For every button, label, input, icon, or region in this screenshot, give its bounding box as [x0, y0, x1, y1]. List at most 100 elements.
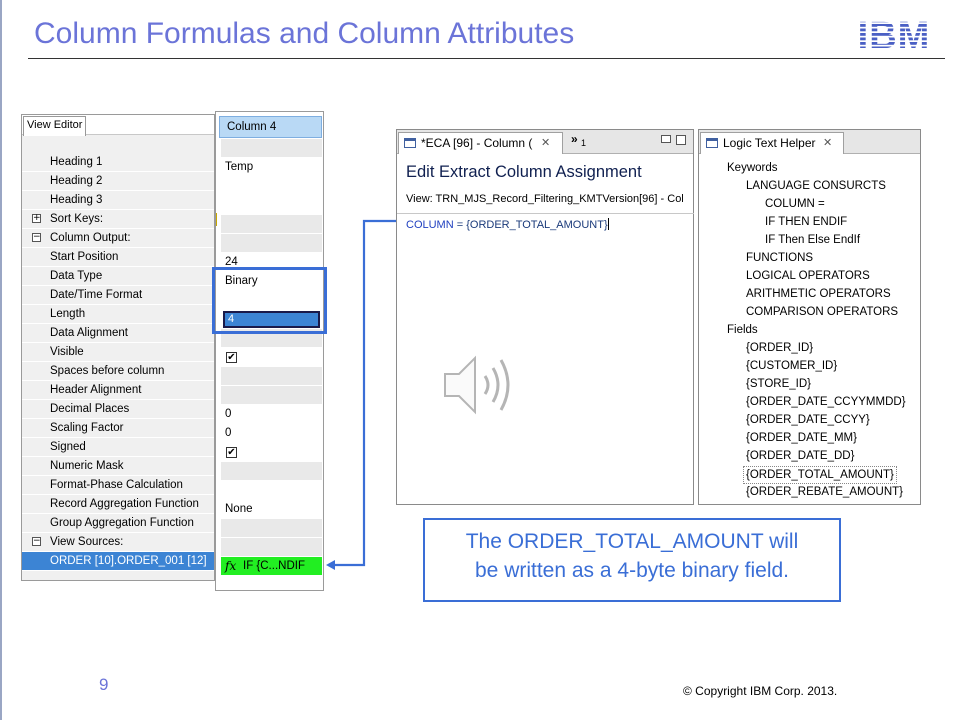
view-editor-row-label: Decimal Places: [50, 403, 130, 415]
helper-tree-item[interactable]: LOGICAL OPERATORS: [746, 268, 870, 286]
collapse-icon[interactable]: −: [32, 537, 41, 546]
helper-tree-item[interactable]: IF THEN ENDIF: [765, 214, 847, 232]
code-keyword: COLUMN: [406, 219, 454, 231]
view-editor-row[interactable]: Record Aggregation Function: [22, 495, 214, 514]
helper-tree-item[interactable]: FUNCTIONS: [746, 250, 813, 268]
helper-tree-item[interactable]: ARITHMETIC OPERATORS: [746, 286, 891, 304]
helper-tree-item[interactable]: IF Then Else EndIf: [765, 232, 860, 250]
helper-tree-item[interactable]: LANGUAGE CONSURCTS: [746, 178, 886, 196]
view-editor-row[interactable]: + Sort Keys:: [22, 210, 214, 229]
view-editor-row[interactable]: Heading 2: [22, 172, 214, 191]
logic-text-helper-window: Logic Text Helper ✕ Keywords LANGUAGE CON…: [698, 129, 921, 505]
column-panel: Column 4 Temp 24 Binary 4 ✔ 0 0 ✔ None f…: [215, 111, 324, 591]
helper-tree-item[interactable]: {ORDER_DATE_MM}: [746, 430, 857, 448]
cell-decimal-places-value: 0: [225, 408, 232, 420]
view-editor-row[interactable]: Spaces before column: [22, 362, 214, 381]
more-tabs-icon[interactable]: »: [571, 132, 578, 146]
view-editor-row[interactable]: Start Position: [22, 248, 214, 267]
tab-eca-editor[interactable]: *ECA [96] - Column ( ✕: [398, 132, 563, 154]
cell-decimal-places[interactable]: 0: [221, 405, 322, 424]
view-editor-row-label: ORDER [10].ORDER_001 [12]: [50, 555, 207, 567]
view-editor-row[interactable]: Header Alignment: [22, 381, 214, 400]
cell-numeric-mask[interactable]: [221, 462, 322, 481]
signed-checkbox-icon[interactable]: ✔: [226, 447, 237, 458]
view-editor-row-label: Scaling Factor: [50, 422, 124, 434]
highlight-box: [212, 267, 327, 334]
view-editor-row-label: Heading 1: [50, 156, 103, 168]
helper-tree-item[interactable]: {STORE_ID}: [746, 376, 811, 394]
view-editor-row[interactable]: Scaling Factor: [22, 419, 214, 438]
eca-editor-tabbar: *ECA [96] - Column ( ✕ » 1: [397, 130, 693, 154]
ibm-logo: IBM: [852, 15, 936, 51]
minimize-button[interactable]: [661, 135, 671, 143]
column-header[interactable]: Column 4: [219, 116, 322, 138]
expand-icon[interactable]: +: [32, 214, 41, 223]
view-editor-row-label: Date/Time Format: [50, 289, 143, 301]
view-editor-row[interactable]: Date/Time Format: [22, 286, 214, 305]
helper-tree-item[interactable]: {CUSTOMER_ID}: [746, 358, 837, 376]
tab-logic-text-helper[interactable]: Logic Text Helper ✕: [700, 132, 844, 154]
view-editor-rows: Heading 1 Heading 2 Heading 3 + Sort Keys: − C…: [22, 153, 214, 571]
cell-header-alignment[interactable]: [221, 386, 322, 405]
helper-tree-item[interactable]: {ORDER_DATE_CCYY}: [746, 412, 870, 430]
view-editor-row-label: View Sources:: [50, 536, 124, 548]
helper-tree-item[interactable]: {ORDER_REBATE_AMOUNT}: [746, 484, 903, 502]
helper-tree-item[interactable]: Fields: [727, 322, 758, 340]
view-editor-row-label: Record Aggregation Function: [50, 498, 199, 510]
copyright: © Copyright IBM Corp. 2013.: [683, 684, 838, 698]
speaker-icon[interactable]: [441, 354, 519, 416]
view-editor-row[interactable]: Data Type: [22, 267, 214, 286]
view-editor-row[interactable]: − Column Output:: [22, 229, 214, 248]
view-editor-row[interactable]: Heading 3: [22, 191, 214, 210]
cell-signed[interactable]: ✔: [221, 443, 322, 462]
collapse-icon[interactable]: −: [32, 233, 41, 242]
cell-format-phase[interactable]: [221, 481, 322, 500]
slide-title: Column Formulas and Column Attributes: [34, 17, 575, 50]
cell-record-aggregation[interactable]: None: [221, 500, 322, 519]
view-editor-row[interactable]: Length: [22, 305, 214, 324]
view-editor-row[interactable]: Decimal Places: [22, 400, 214, 419]
helper-tree-item[interactable]: {ORDER_DATE_CCYYMMDD}: [746, 394, 906, 412]
view-editor-row-label: Format-Phase Calculation: [50, 479, 183, 491]
helper-tree-item[interactable]: {ORDER_ID}: [746, 340, 813, 358]
view-editor-row[interactable]: Signed: [22, 438, 214, 457]
cell-spaces-before[interactable]: [221, 367, 322, 386]
cell-group-aggregation[interactable]: [221, 519, 322, 538]
view-editor-row-label: Numeric Mask: [50, 460, 124, 472]
helper-item-selected[interactable]: {ORDER_TOTAL_AMOUNT}: [743, 466, 897, 484]
eca-heading: Edit Extract Column Assignment: [406, 163, 642, 181]
view-editor-row[interactable]: Group Aggregation Function: [22, 514, 214, 533]
view-editor-row[interactable]: Heading 1: [22, 153, 214, 172]
eca-view-line: View: TRN_MJS_Record_Filtering_KMTVersio…: [406, 193, 684, 205]
visible-checkbox-icon[interactable]: ✔: [226, 352, 237, 363]
cell-heading2[interactable]: [221, 177, 322, 196]
cell-scaling-factor[interactable]: 0: [221, 424, 322, 443]
view-editor-row[interactable]: Data Alignment: [22, 324, 214, 343]
cell-heading1[interactable]: Temp: [221, 158, 322, 177]
close-icon[interactable]: ✕: [823, 136, 832, 149]
helper-tree-item[interactable]: COMPARISON OPERATORS: [746, 304, 898, 322]
column-marker-line: [216, 213, 217, 226]
helper-tree-item[interactable]: {ORDER_DATE_DD}: [746, 448, 854, 466]
logic-text-editor[interactable]: COLUMN = {ORDER_TOTAL_AMOUNT}: [406, 218, 609, 231]
view-editor-row[interactable]: Format-Phase Calculation: [22, 476, 214, 495]
view-editor-row[interactable]: Visible: [22, 343, 214, 362]
cell-visible[interactable]: ✔: [221, 348, 322, 367]
helper-tree-item[interactable]: COLUMN =: [765, 196, 825, 214]
eca-editor-body: Edit Extract Column Assignment View: TRN…: [397, 154, 694, 505]
cell-record-aggregation-value: None: [225, 503, 253, 515]
helper-tree-item[interactable]: Keywords: [727, 160, 778, 178]
close-icon[interactable]: ✕: [541, 136, 550, 149]
cell-view-source-formula[interactable]: fx IF {C...NDIF: [221, 557, 322, 576]
view-editor-panel: View Editor Heading 1 Heading 2 Heading 3 +…: [21, 114, 215, 581]
callout-line1: The ORDER_TOTAL_AMOUNT will: [465, 530, 799, 553]
view-editor-row[interactable]: − View Sources:: [22, 533, 214, 552]
view-editor-row[interactable]: Numeric Mask: [22, 457, 214, 476]
tab-view-editor[interactable]: View Editor: [23, 116, 87, 136]
cell-heading3[interactable]: [221, 196, 322, 215]
view-editor-row[interactable]: ORDER [10].ORDER_001 [12]: [22, 552, 214, 571]
callout-box: The ORDER_TOTAL_AMOUNT will be written a…: [423, 518, 841, 602]
window-icon: [706, 138, 718, 148]
maximize-button[interactable]: [676, 135, 686, 145]
view-editor-row-label: Signed: [50, 441, 86, 453]
